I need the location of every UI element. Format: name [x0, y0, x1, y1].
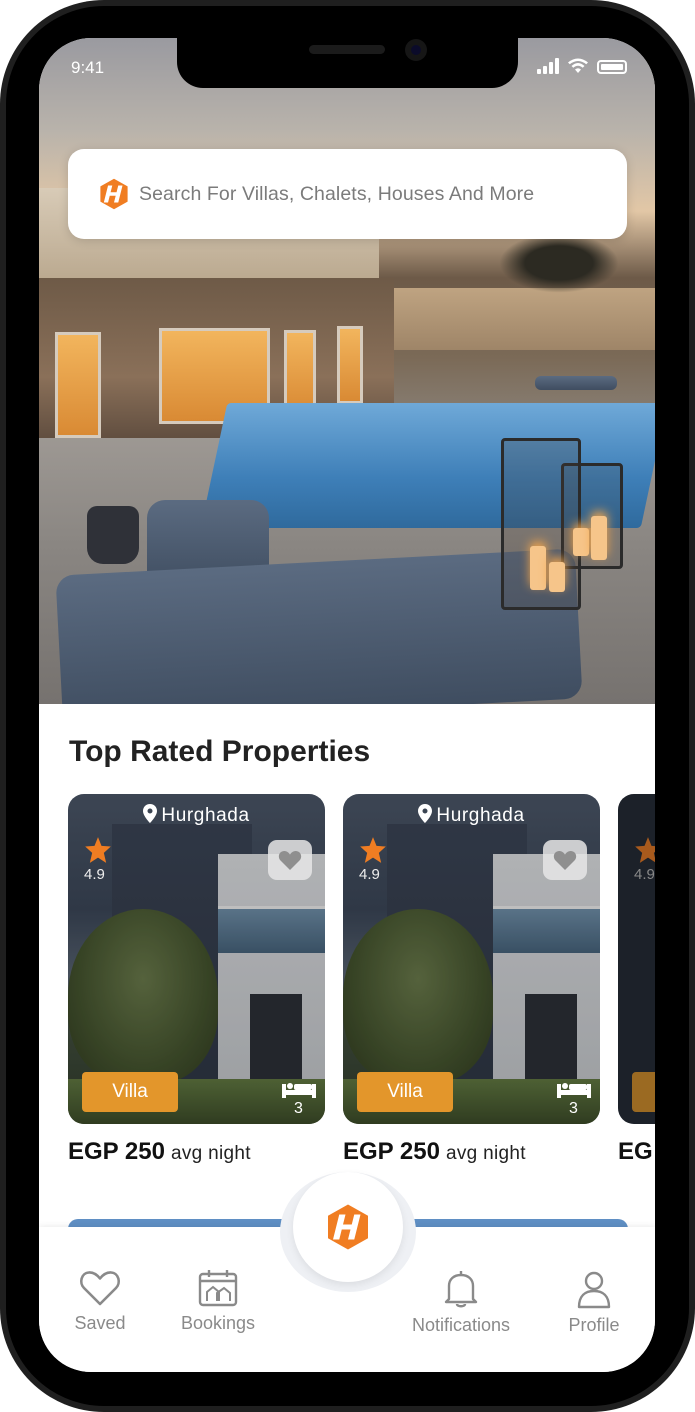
- star-icon: [85, 837, 111, 863]
- heart-outline-icon: [79, 1271, 121, 1306]
- property-type-badge: [632, 1072, 655, 1112]
- bed-count: 3: [569, 1100, 578, 1117]
- status-icons: [537, 58, 627, 74]
- search-placeholder: Search For Villas, Chalets, Houses And M…: [139, 182, 535, 205]
- tab-notifications[interactable]: Notifications: [403, 1269, 519, 1336]
- property-image[interactable]: Hurghada 4.9 Villa 3: [68, 794, 325, 1124]
- status-time: 9:41: [71, 58, 105, 77]
- property-rating: 4.9: [359, 866, 380, 883]
- price-amount: EGP 250: [68, 1138, 165, 1165]
- tab-bookings[interactable]: Bookings: [175, 1269, 261, 1334]
- property-location: Hurghada: [343, 804, 600, 827]
- property-image[interactable]: 4.9: [618, 794, 655, 1124]
- favorite-button[interactable]: [268, 840, 312, 880]
- property-card[interactable]: Hurghada 4.9 Villa 3 EGP 250 avg night: [68, 794, 325, 1166]
- battery-icon: [597, 60, 627, 74]
- property-type-badge: Villa: [82, 1072, 178, 1112]
- bell-icon: [444, 1271, 478, 1308]
- app-screen: 9:41 Search For Villas, Chalets, Houses …: [39, 38, 655, 1372]
- property-location: Hurghada: [68, 804, 325, 827]
- favorite-button[interactable]: [543, 840, 587, 880]
- property-price: EG: [618, 1138, 655, 1166]
- property-card[interactable]: Hurghada 4.9 Villa 3 EGP 250 avg night: [343, 794, 600, 1166]
- wifi-icon: [568, 58, 588, 73]
- price-amount: EGP 250: [343, 1138, 440, 1165]
- property-type-badge: Villa: [357, 1072, 453, 1112]
- property-price: EGP 250 avg night: [68, 1138, 325, 1166]
- logo-icon: [328, 1204, 368, 1250]
- location-pin-icon: [418, 804, 433, 823]
- heart-icon: [553, 850, 577, 870]
- profile-icon: [577, 1271, 611, 1309]
- phone-notch: [177, 38, 518, 88]
- heart-icon: [278, 850, 302, 870]
- signal-icon: [537, 58, 559, 74]
- section-title: Top Rated Properties: [69, 735, 371, 768]
- location-pin-icon: [143, 804, 158, 823]
- star-icon: [360, 837, 386, 863]
- home-button[interactable]: [293, 1172, 403, 1282]
- bed-icon: [282, 1083, 316, 1098]
- hero-image: [39, 38, 655, 704]
- tab-saved[interactable]: Saved: [69, 1269, 131, 1334]
- property-card[interactable]: 4.9 EG: [618, 794, 655, 1166]
- property-price: EGP 250 avg night: [343, 1138, 600, 1166]
- search-bar[interactable]: Search For Villas, Chalets, Houses And M…: [68, 149, 627, 239]
- price-unit: avg night: [445, 1143, 526, 1164]
- property-rating: 4.9: [84, 866, 105, 883]
- price-unit: avg night: [170, 1143, 251, 1164]
- logo-icon: [100, 178, 128, 210]
- speaker-grille: [309, 45, 385, 54]
- bed-count: 3: [294, 1100, 303, 1117]
- calendar-house-icon: [198, 1270, 238, 1307]
- bed-icon: [557, 1083, 591, 1098]
- front-camera: [405, 39, 427, 61]
- star-icon: [635, 837, 655, 863]
- property-rating: 4.9: [634, 866, 655, 883]
- tab-profile[interactable]: Profile: [565, 1269, 623, 1336]
- property-image[interactable]: Hurghada 4.9 Villa 3: [343, 794, 600, 1124]
- price-amount: EG: [618, 1138, 653, 1165]
